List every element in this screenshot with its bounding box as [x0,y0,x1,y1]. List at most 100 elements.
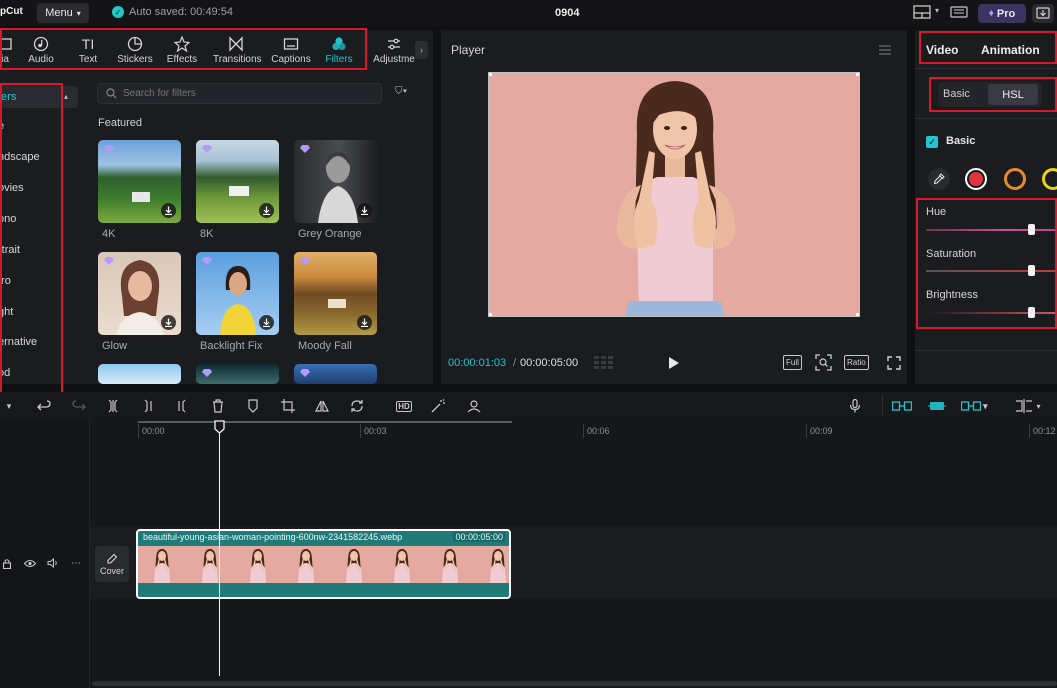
split-icon[interactable] [104,397,122,415]
filter-name: Grey Orange [298,228,362,240]
filter-thumb-grey-orange[interactable] [294,140,377,223]
pro-button[interactable]: ♦ Pro [978,4,1026,23]
swatch-fill [969,172,983,186]
ruler-label: 00:06 [587,426,610,436]
player-title: Player [451,43,486,57]
ai-person-icon[interactable] [465,397,483,415]
clip-thumbnail-strip [138,546,509,583]
diamond-icon [300,369,310,377]
clip-frame [330,546,378,583]
split-right-icon[interactable] [173,397,191,415]
project-title[interactable]: 0904 [555,7,579,19]
more-options-icon[interactable]: ⋯ [70,557,82,569]
hamburger-menu-icon[interactable] [879,45,891,55]
split-view-icon[interactable]: ▾ [1010,397,1046,415]
filter-thumb-4k[interactable] [98,140,181,223]
redo-icon[interactable] [70,397,88,415]
eye-icon[interactable] [24,557,36,569]
layout-icon[interactable] [913,5,931,21]
keyboard-icon[interactable] [950,5,968,21]
ruler-tick [1029,424,1030,438]
color-swatch-red[interactable] [965,168,987,190]
zoom-fit-icon[interactable] [815,354,832,371]
filter-thumb-8k[interactable] [196,140,279,223]
playhead-handle[interactable] [214,420,225,434]
hd-icon[interactable]: HD [395,397,413,415]
diamond-icon [202,369,212,377]
crop-icon[interactable] [279,397,297,415]
download-icon[interactable] [259,203,274,218]
chevron-down-icon: ▾ [76,8,81,18]
playhead-line[interactable] [219,422,220,676]
filter-thumb-backlight-fix[interactable] [196,252,279,335]
filter-thumb-moody-fall[interactable] [294,252,377,335]
current-time: 00:00:01:03 [448,357,507,369]
menu-button[interactable]: Menu ▾ [37,3,89,23]
category-collapse-icon[interactable]: ▴ [64,92,68,101]
tools-scroll-right-button[interactable]: › [415,41,428,59]
preview-axis-icon[interactable]: ▾ [961,398,988,414]
rotate-icon[interactable] [348,397,366,415]
filter-thumb[interactable] [98,364,181,384]
cover-button[interactable]: Cover [95,546,129,582]
color-swatch-orange[interactable] [1004,168,1026,190]
lock-icon[interactable] [1,557,13,569]
full-button[interactable]: Full [783,355,802,370]
tool-adjustment[interactable]: Adjustme [366,36,422,65]
microphone-icon[interactable] [846,397,864,415]
clip-frame [426,546,474,583]
play-icon [669,357,679,369]
speaker-icon[interactable] [47,557,59,569]
filter-sort-button[interactable]: ⛉▾ [395,86,407,97]
track-header-column [0,420,90,688]
autosave-status: ✓ Auto saved: 00:49:54 [112,6,233,18]
download-icon[interactable] [161,203,176,218]
export-button[interactable] [1032,4,1054,23]
video-preview[interactable] [488,72,860,317]
eyedropper-button[interactable] [928,168,950,190]
autosave-text: Auto saved: 00:49:54 [129,6,233,18]
crop-handle[interactable] [489,73,492,76]
ruler-tick [138,424,139,438]
time-separator: / [513,357,517,369]
download-icon[interactable] [357,315,372,330]
fullscreen-icon[interactable] [887,356,901,370]
clip-frame [378,546,426,583]
download-icon[interactable] [357,203,372,218]
magic-wand-icon[interactable] [429,397,447,415]
filter-thumb[interactable] [294,364,377,384]
search-field[interactable]: Search for filters [97,83,382,104]
layout-chevron-icon[interactable]: ▾ [935,6,939,15]
split-left-icon[interactable] [139,397,157,415]
filter-thumb-glow[interactable] [98,252,181,335]
filter-thumb[interactable] [196,364,279,384]
highlight-segment [929,77,1057,112]
diamond-icon: ♦ [988,8,994,19]
mirror-icon[interactable] [313,397,331,415]
menu-label: Menu [45,7,73,19]
chevron-down-icon[interactable]: ▾ [0,397,18,415]
video-clip[interactable]: beautiful-young-asian-woman-pointing-600… [136,529,511,599]
ruler-tick [360,424,361,438]
tool-adjustment-label: Adjustme [373,54,415,65]
clip-duration: 00:00:05:00 [453,532,505,542]
play-button[interactable] [668,356,680,370]
download-icon[interactable] [161,315,176,330]
ratio-button[interactable]: Ratio [844,355,869,370]
undo-icon[interactable] [35,397,53,415]
download-icon[interactable] [259,315,274,330]
link-icon[interactable] [892,398,912,414]
diamond-icon [300,257,310,265]
search-input[interactable]: Search for filters [123,88,196,99]
grid-view-icon[interactable] [594,356,614,369]
basic-checkbox[interactable]: ✓ [926,136,938,148]
magnet-icon[interactable] [927,398,947,414]
color-swatch-yellow[interactable] [1042,168,1057,190]
timeline-scrollbar[interactable] [92,681,1057,686]
clip-frame [234,546,282,583]
delete-icon[interactable] [209,397,227,415]
divider [915,350,1057,351]
mark-icon[interactable] [244,397,262,415]
clip-frame [138,546,186,583]
diamond-icon [104,145,114,153]
